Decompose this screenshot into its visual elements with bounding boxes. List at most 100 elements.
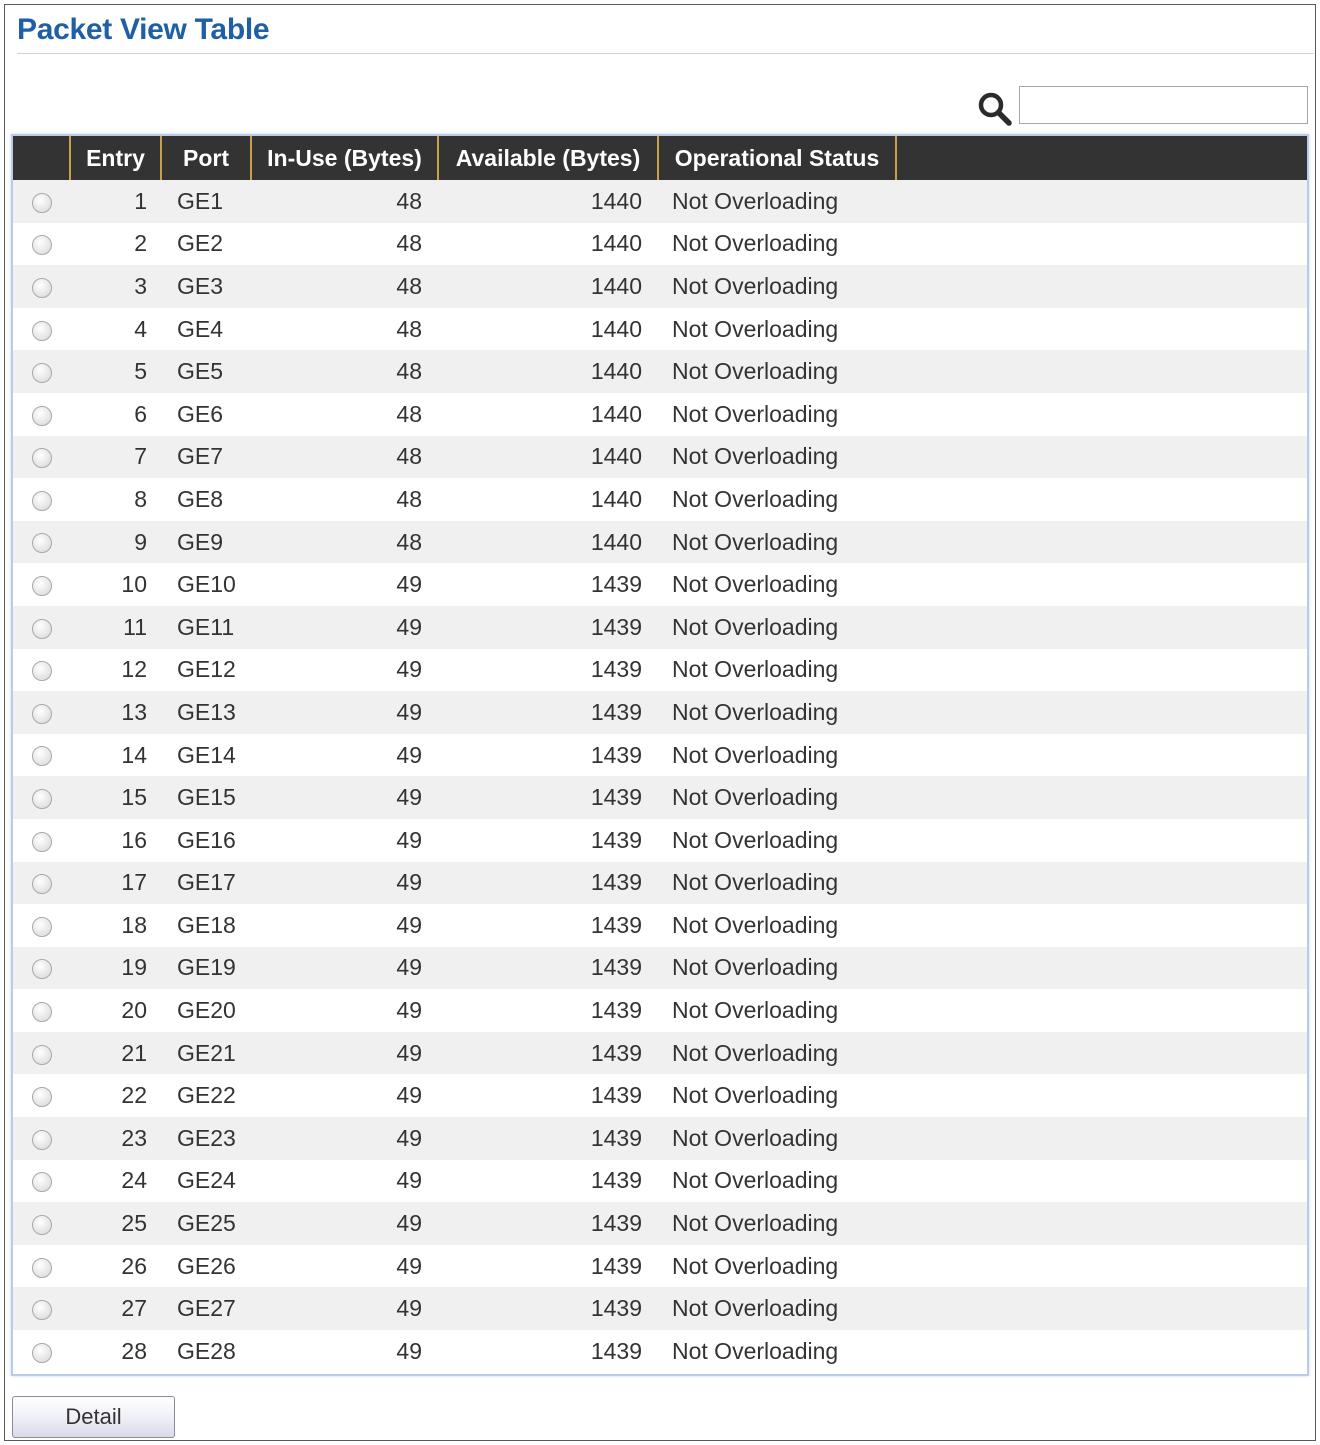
row-select-radio[interactable] — [31, 661, 52, 682]
port-cell: GE22 — [177, 1082, 236, 1109]
status-cell: Not Overloading — [672, 315, 839, 342]
column-header-available[interactable]: Available (Bytes) — [438, 136, 659, 180]
table-row[interactable]: 4 GE4 48 1440 Not Overloading — [13, 307, 1307, 351]
entry-cell: 17 — [121, 869, 147, 896]
row-select-radio[interactable] — [31, 448, 52, 469]
row-select-radio[interactable] — [31, 1257, 52, 1278]
row-select-cell — [13, 1202, 70, 1245]
table-row[interactable]: 10 GE10 49 1439 Not Overloading — [13, 563, 1307, 606]
table-row[interactable]: 18 GE18 49 1439 Not Overloading — [13, 904, 1307, 947]
table-body: 1 GE1 48 1440 Not Overloading 2 GE2 48 1440 Not O… — [13, 180, 1307, 1373]
table-row[interactable]: 1 GE1 48 1440 Not Overloading — [13, 180, 1307, 223]
table-row[interactable]: 6 GE6 48 1440 Not Overloading — [13, 392, 1307, 436]
table-row[interactable]: 2 GE2 48 1440 Not Overloading — [13, 222, 1307, 266]
row-select-cell — [13, 1032, 70, 1075]
row-select-radio[interactable] — [31, 1044, 52, 1065]
row-select-radio[interactable] — [31, 405, 52, 426]
row-select-radio[interactable] — [31, 192, 52, 213]
row-select-radio[interactable] — [31, 1002, 52, 1022]
column-header-in-use[interactable]: In-Use (Bytes) — [251, 136, 439, 180]
row-select-radio[interactable] — [31, 1172, 52, 1193]
table-row[interactable]: 20 GE20 49 1439 Not Overloading — [13, 989, 1307, 1032]
table-row[interactable]: 8 GE8 48 1440 Not Overloading — [13, 478, 1307, 521]
table-row[interactable]: 27 GE27 49 1439 Not Overloading — [13, 1287, 1307, 1331]
filler-cell — [896, 1287, 1307, 1330]
detail-button[interactable]: Detail — [12, 1396, 175, 1438]
table-row[interactable]: 5 GE5 48 1440 Not Overloading — [13, 350, 1307, 393]
row-select-radio[interactable] — [31, 916, 52, 937]
filler-cell — [896, 1202, 1307, 1245]
row-select-cell — [13, 1117, 70, 1160]
search-input[interactable] — [1019, 86, 1308, 124]
column-header-entry[interactable]: Entry — [70, 136, 162, 180]
row-select-radio[interactable] — [31, 874, 52, 895]
row-select-radio[interactable] — [31, 1342, 52, 1363]
row-select-radio[interactable] — [31, 618, 52, 639]
table-row[interactable]: 15 GE15 49 1439 Not Overloading — [13, 776, 1307, 819]
port-cell: GE3 — [177, 272, 224, 299]
row-select-radio[interactable] — [31, 277, 52, 298]
filler-cell — [896, 563, 1307, 606]
row-select-radio[interactable] — [31, 1087, 52, 1108]
table-row[interactable]: 12 GE12 49 1439 Not Overloading — [13, 648, 1307, 692]
table-row[interactable]: 13 GE13 49 1439 Not Overloading — [13, 691, 1307, 734]
row-select-radio[interactable] — [31, 533, 52, 554]
filler-cell — [896, 1032, 1307, 1075]
row-select-cell — [13, 819, 70, 862]
search-icon[interactable] — [977, 91, 1013, 127]
table-row[interactable]: 9 GE9 48 1440 Not Overloading — [13, 520, 1307, 564]
row-select-radio[interactable] — [31, 1300, 52, 1321]
table-row[interactable]: 11 GE11 49 1439 Not Overloading — [13, 605, 1307, 649]
port-cell: GE24 — [177, 1167, 236, 1194]
table-row[interactable]: 24 GE24 49 1439 Not Overloading — [13, 1159, 1307, 1203]
row-select-radio[interactable] — [31, 831, 52, 852]
status-cell: Not Overloading — [672, 1210, 839, 1237]
row-select-cell — [13, 265, 70, 308]
table-row[interactable]: 17 GE17 49 1439 Not Overloading — [13, 861, 1307, 905]
row-select-cell — [13, 649, 70, 692]
row-select-radio[interactable] — [31, 703, 52, 724]
filler-cell — [896, 478, 1307, 521]
column-header-port[interactable]: Port — [161, 136, 252, 180]
entry-cell: 21 — [121, 1039, 147, 1066]
row-select-cell — [13, 393, 70, 436]
table-row[interactable]: 28 GE28 49 1439 Not Overloading — [13, 1330, 1307, 1373]
table-row[interactable]: 23 GE23 49 1439 Not Overloading — [13, 1117, 1307, 1160]
row-select-radio[interactable] — [31, 746, 52, 767]
status-cell: Not Overloading — [672, 358, 839, 385]
row-select-radio[interactable] — [31, 320, 52, 341]
row-select-radio[interactable] — [31, 959, 52, 980]
row-select-radio[interactable] — [31, 1129, 52, 1150]
port-cell: GE19 — [177, 954, 236, 981]
table-row[interactable]: 22 GE22 49 1439 Not Overloading — [13, 1074, 1307, 1118]
entry-cell: 9 — [134, 528, 147, 555]
row-select-radio[interactable] — [31, 789, 52, 810]
row-select-radio[interactable] — [31, 363, 52, 384]
in-use-cell: 48 — [396, 230, 422, 257]
row-select-radio[interactable] — [31, 576, 52, 597]
row-select-radio[interactable] — [31, 235, 52, 256]
available-cell: 1439 — [590, 1295, 642, 1322]
column-header-operational-status[interactable]: Operational Status — [658, 136, 897, 180]
row-select-radio[interactable] — [31, 490, 52, 511]
table-row[interactable]: 16 GE16 49 1439 Not Overloading — [13, 818, 1307, 862]
status-cell: Not Overloading — [672, 911, 839, 938]
available-cell: 1439 — [590, 911, 642, 938]
table-row[interactable]: 25 GE25 49 1439 Not Overloading — [13, 1202, 1307, 1245]
table-row[interactable]: 3 GE3 48 1440 Not Overloading — [13, 265, 1307, 308]
status-cell: Not Overloading — [672, 784, 839, 811]
table-row[interactable]: 19 GE19 49 1439 Not Overloading — [13, 946, 1307, 990]
status-cell: Not Overloading — [672, 1082, 839, 1109]
available-cell: 1440 — [590, 443, 642, 470]
table-row[interactable]: 21 GE21 49 1439 Not Overloading — [13, 1031, 1307, 1075]
port-cell: GE28 — [177, 1337, 236, 1364]
table-row[interactable]: 7 GE7 48 1440 Not Overloading — [13, 435, 1307, 479]
available-cell: 1439 — [590, 613, 642, 640]
table-row[interactable]: 14 GE14 49 1439 Not Overloading — [13, 733, 1307, 777]
status-cell: Not Overloading — [672, 826, 839, 853]
in-use-cell: 49 — [396, 613, 422, 640]
entry-cell: 8 — [134, 485, 147, 512]
row-select-radio[interactable] — [31, 1214, 52, 1235]
table-row[interactable]: 26 GE26 49 1439 Not Overloading — [13, 1244, 1307, 1288]
in-use-cell: 49 — [396, 869, 422, 896]
